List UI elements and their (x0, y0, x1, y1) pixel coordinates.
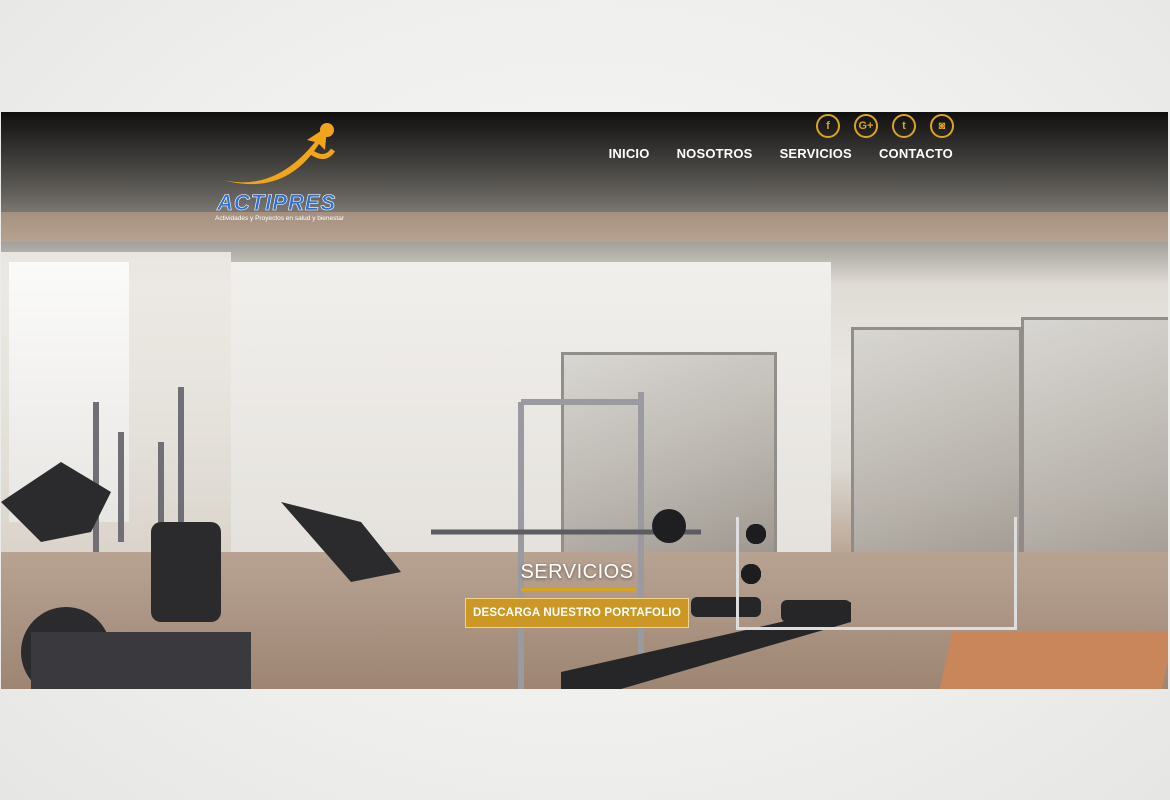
nav-item-inicio[interactable]: INICIO (609, 146, 650, 161)
website-screenshot: ACTIPRES Actividades y Proyectos en salu… (1, 112, 1168, 689)
title-underline (521, 588, 636, 591)
logo-tagline: Actividades y Proyectos en salud y biene… (215, 215, 344, 222)
nav-item-servicios[interactable]: SERVICIOS (780, 146, 852, 161)
logo-wordmark: ACTIPRES (217, 190, 337, 216)
site-logo[interactable]: ACTIPRES Actividades y Proyectos en salu… (215, 122, 375, 227)
facebook-icon[interactable]: f (816, 114, 840, 138)
twitter-icon[interactable]: t (892, 114, 916, 138)
weight-plate (652, 509, 686, 543)
social-links: f G+ t ◙ (816, 114, 954, 138)
instagram-icon[interactable]: ◙ (930, 114, 954, 138)
main-nav: INICIO NOSOTROS SERVICIOS CONTACTO (609, 146, 953, 161)
nav-item-contacto[interactable]: CONTACTO (879, 146, 953, 161)
dumbbell (746, 524, 766, 544)
logo-swoosh-icon (223, 123, 336, 185)
nav-item-nosotros[interactable]: NOSOTROS (677, 146, 753, 161)
download-portfolio-button[interactable]: DESCARGA NUESTRO PORTAFOLIO (465, 598, 689, 628)
google-plus-icon[interactable]: G+ (854, 114, 878, 138)
hero-title: SERVICIOS (520, 561, 634, 583)
